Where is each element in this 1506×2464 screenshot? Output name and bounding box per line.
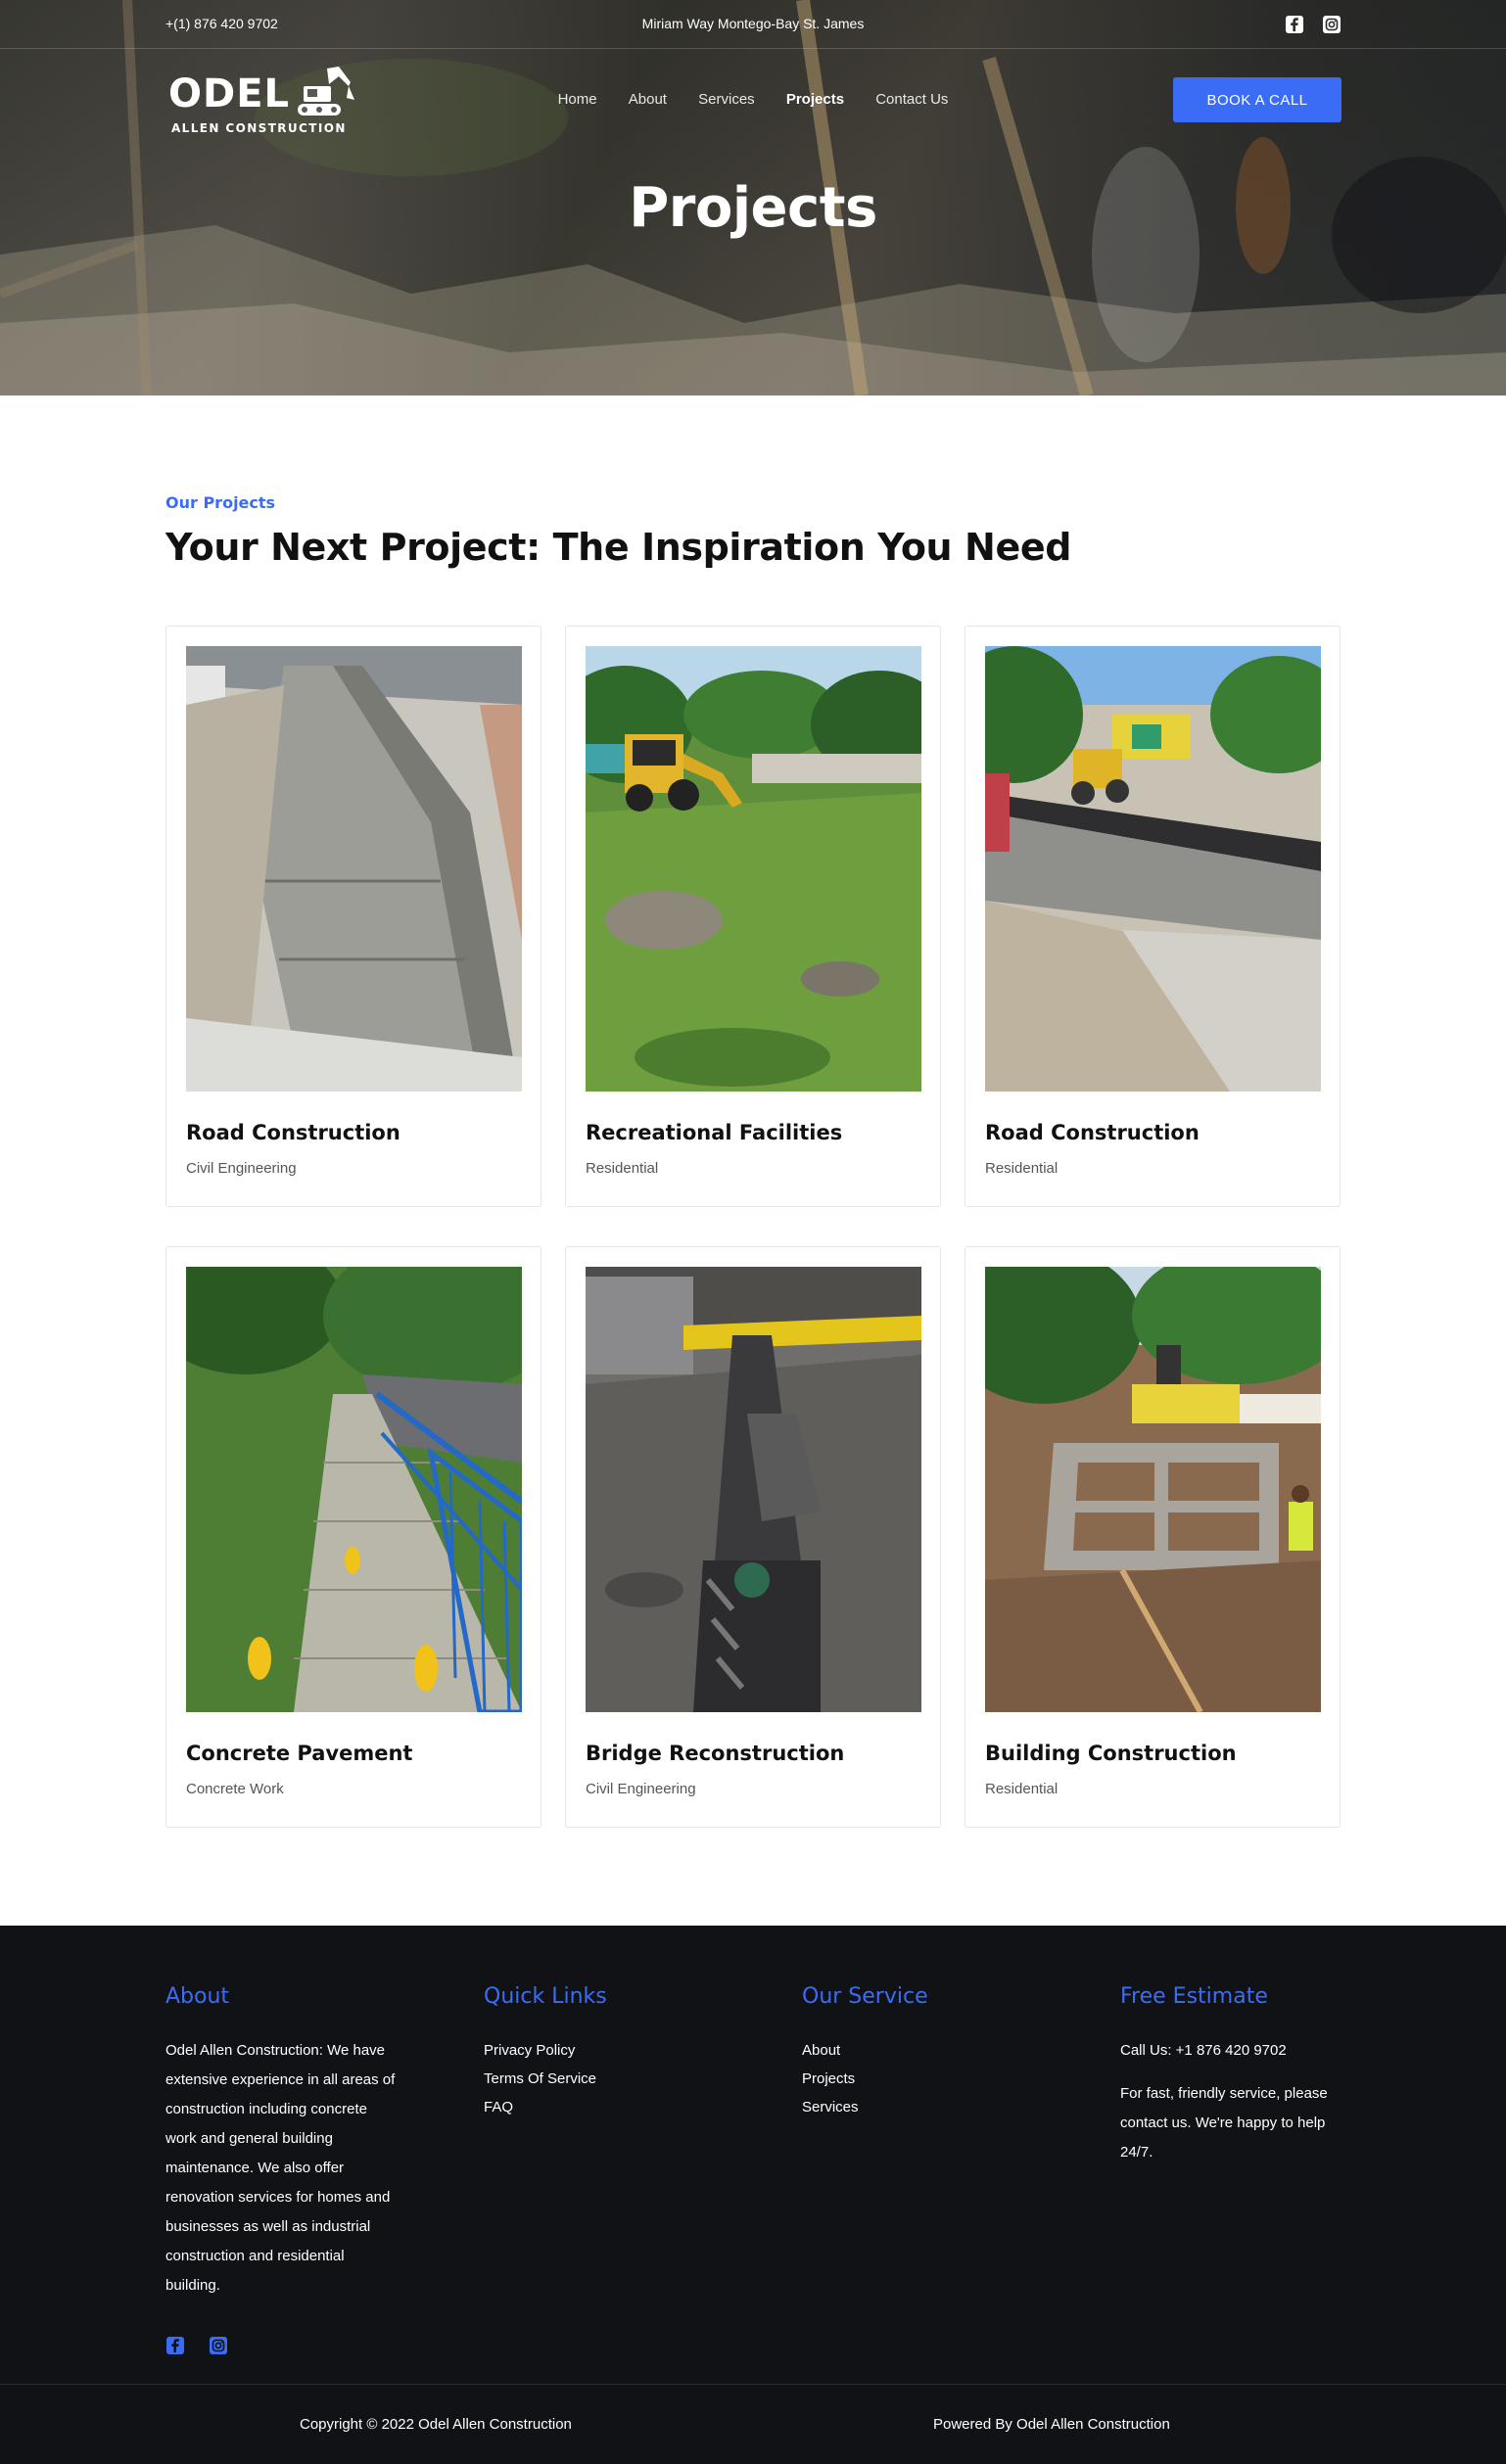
footer-about: About Odel Allen Construction: We have e… [165,1984,400,2355]
hero-banner: +(1) 876 420 9702 Miriam Way Montego-Bay… [0,0,1506,395]
project-title[interactable]: Concrete Pavement [186,1742,521,1765]
powered-by-text: Powered By Odel Allen Construction [933,2416,1170,2433]
footer-link-projects[interactable]: Projects [802,2070,855,2087]
footer-link-privacy-policy[interactable]: Privacy Policy [484,2042,575,2059]
project-title[interactable]: Road Construction [985,1121,1320,1144]
project-title[interactable]: Recreational Facilities [586,1121,920,1144]
project-image-blue-railing[interactable] [186,1267,522,1712]
project-card[interactable]: Bridge Reconstruction Civil Engineering [565,1246,941,1828]
nav-home[interactable]: Home [558,91,597,108]
section-eyebrow: Our Projects [165,493,276,512]
site-footer: About Odel Allen Construction: We have e… [0,1926,1506,2464]
footer-link-services[interactable]: Services [802,2099,859,2115]
topbar-socials [1285,15,1341,34]
footer-about-text: Odel Allen Construction: We have extensi… [165,2042,396,2294]
main-navbar: ODEL ALLEN CONSTRUCTION Home About Servi… [0,59,1506,141]
top-info-bar: +(1) 876 420 9702 Miriam Way Montego-Bay… [0,0,1506,49]
facebook-icon[interactable] [165,2336,185,2355]
nav-contact-us[interactable]: Contact Us [875,91,948,108]
nav-about[interactable]: About [629,91,667,108]
project-title[interactable]: Bridge Reconstruction [586,1742,920,1765]
footer-quick-links: Quick Links Privacy Policy Terms Of Serv… [484,1984,719,2121]
project-category: Residential [586,1160,659,1177]
logo-subtitle: ALLEN CONSTRUCTION [171,121,347,135]
topbar-address: Miriam Way Montego-Bay St. James [641,16,865,31]
footer-quick-links-heading: Quick Links [484,1984,607,2009]
project-image-road-roller[interactable] [985,646,1321,1092]
facebook-icon[interactable] [1285,15,1304,34]
project-title[interactable]: Road Construction [186,1121,521,1144]
project-card[interactable]: Road Construction Residential [965,626,1341,1207]
project-card[interactable]: Building Construction Residential [965,1246,1341,1828]
project-image-sidewalk[interactable] [186,646,522,1092]
footer-link-about[interactable]: About [802,2042,840,2059]
instagram-icon[interactable] [1322,15,1341,34]
project-card[interactable]: Road Construction Civil Engineering [165,626,541,1207]
project-category: Concrete Work [186,1781,284,1797]
page-title: Projects [629,176,877,240]
project-image-backhoe[interactable] [586,646,921,1092]
projects-grid: Road Construction Civil Engineering Recr… [165,626,1341,1828]
footer-our-service-heading: Our Service [802,1984,928,2009]
book-a-call-button[interactable]: BOOK A CALL [1173,77,1341,122]
instagram-icon[interactable] [209,2336,228,2355]
footer-call-us[interactable]: Call Us: +1 876 420 9702 [1120,2036,1345,2066]
project-category: Civil Engineering [586,1781,696,1797]
project-category: Residential [985,1160,1059,1177]
footer-socials [165,2336,400,2355]
nav-projects[interactable]: Projects [786,91,844,108]
copyright-text: Copyright © 2022 Odel Allen Construction [300,2416,572,2433]
project-category: Civil Engineering [186,1160,297,1177]
footer-free-estimate-heading: Free Estimate [1120,1984,1268,2009]
project-card[interactable]: Recreational Facilities Residential [565,626,941,1207]
footer-about-heading: About [165,1984,230,2009]
project-title[interactable]: Building Construction [985,1742,1320,1765]
project-image-expansion-joint[interactable] [586,1267,921,1712]
section-title: Your Next Project: The Inspiration You N… [165,526,1071,569]
project-image-block-foundation[interactable] [985,1267,1321,1712]
footer-free-estimate: Free Estimate Call Us: +1 876 420 9702 F… [1120,1984,1345,2167]
footer-link-terms[interactable]: Terms Of Service [484,2070,596,2087]
nav-services[interactable]: Services [698,91,755,108]
footer-bottom-bar: Copyright © 2022 Odel Allen Construction… [0,2384,1506,2464]
footer-link-faq[interactable]: FAQ [484,2099,513,2115]
footer-estimate-text: For fast, friendly service, please conta… [1120,2085,1328,2161]
footer-our-service: Our Service About Projects Services [802,1984,1037,2121]
project-card[interactable]: Concrete Pavement Concrete Work [165,1246,541,1828]
project-category: Residential [985,1781,1059,1797]
projects-section: Our Projects Your Next Project: The Insp… [0,395,1506,1926]
